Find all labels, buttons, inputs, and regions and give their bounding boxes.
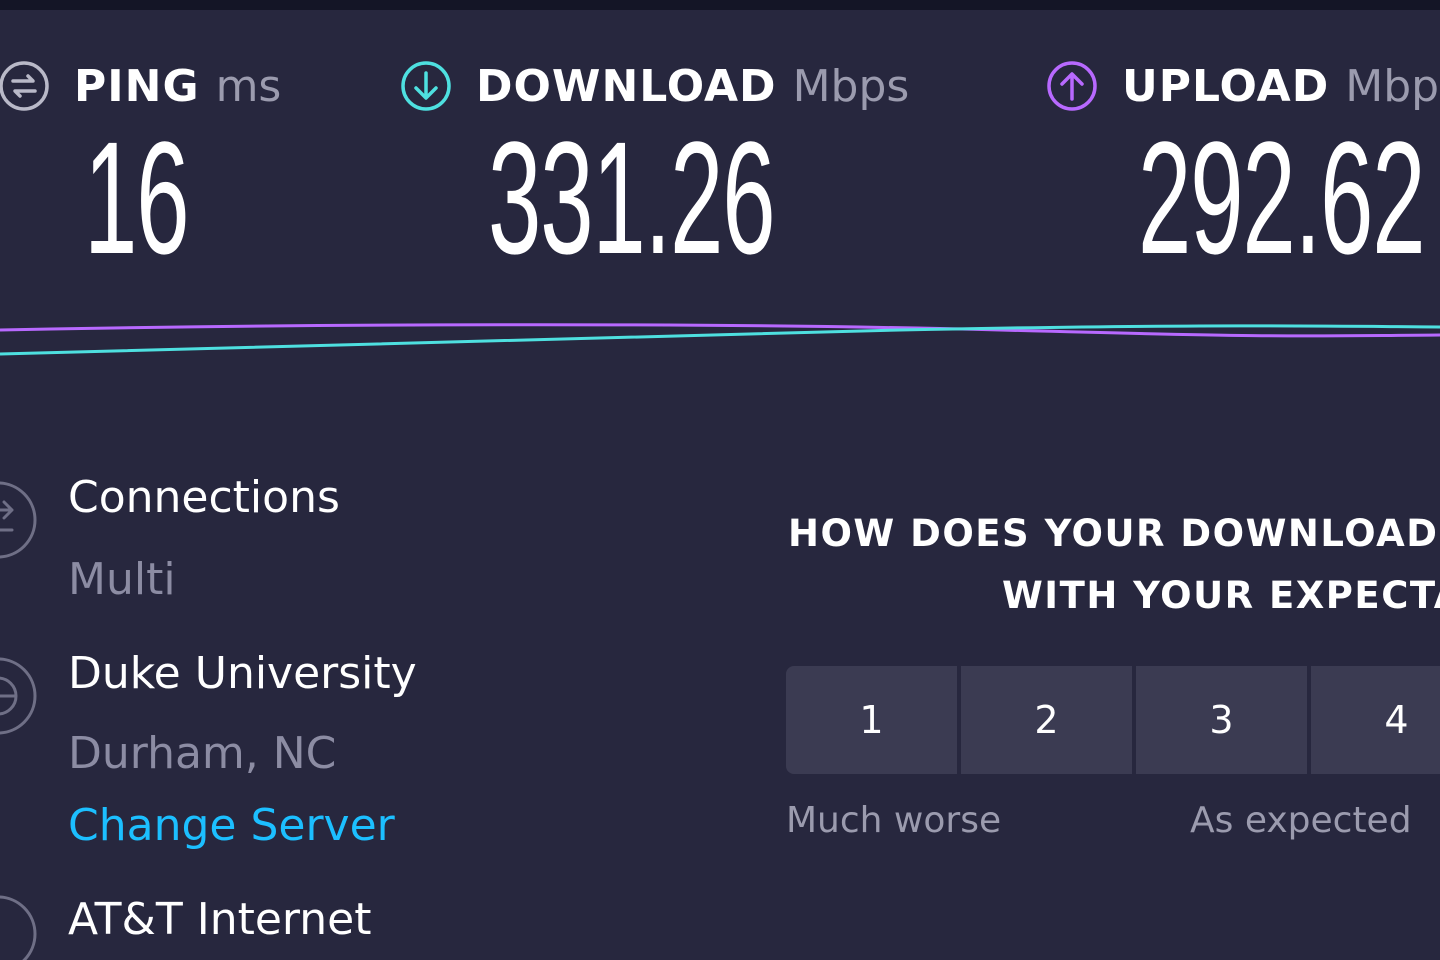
rating-button-2[interactable]: 2 — [961, 666, 1132, 774]
download-label: DOWNLOAD — [476, 60, 777, 112]
ping-value: 16 — [84, 108, 190, 287]
rating-question-line-1: HOW DOES YOUR DOWNLOAD SPEED COMPARE — [788, 512, 1440, 555]
rating-button-3[interactable]: 3 — [1136, 666, 1307, 774]
upload-arrow-icon — [1047, 61, 1097, 111]
connections-icon — [0, 481, 37, 559]
provider-name: AT&T Internet — [68, 894, 372, 945]
rating-scale: 1 2 3 4 — [786, 666, 1440, 774]
top-bar — [0, 0, 1440, 10]
ping-header: PING ms — [0, 56, 281, 116]
upload-unit: Mbps — [1345, 60, 1440, 112]
server-name: Duke University — [68, 648, 417, 699]
ping-icon — [0, 61, 49, 111]
download-unit: Mbps — [792, 60, 910, 112]
rating-caption-much-worse: Much worse — [786, 800, 1002, 841]
connections-value: Multi — [68, 554, 176, 605]
download-value: 331.26 — [488, 108, 776, 287]
upload-header: UPLOAD Mbps — [1046, 56, 1440, 116]
ping-label: PING — [74, 60, 200, 112]
globe-icon — [0, 657, 37, 735]
rating-button-1[interactable]: 1 — [786, 666, 957, 774]
download-graph-line — [0, 324, 1440, 356]
rating-button-4[interactable]: 4 — [1311, 666, 1440, 774]
rating-question-line-2: WITH YOUR EXPECTATIONS? — [1002, 574, 1440, 617]
upload-label: UPLOAD — [1122, 60, 1330, 112]
download-arrow-icon — [401, 61, 451, 111]
upload-value: 292.62 — [1138, 108, 1426, 287]
connections-title: Connections — [68, 472, 340, 523]
ping-unit: ms — [215, 60, 282, 112]
download-header: DOWNLOAD Mbps — [400, 56, 909, 116]
rating-caption-as-expected: As expected — [1190, 800, 1412, 841]
change-server-link[interactable]: Change Server — [68, 800, 395, 851]
speed-graph — [0, 323, 1440, 356]
speedtest-results-page: PING ms 16 DOWNLOAD Mbps 331.26 UPLOAD M… — [0, 0, 1440, 960]
server-location: Durham, NC — [68, 728, 337, 779]
user-icon — [0, 895, 37, 960]
